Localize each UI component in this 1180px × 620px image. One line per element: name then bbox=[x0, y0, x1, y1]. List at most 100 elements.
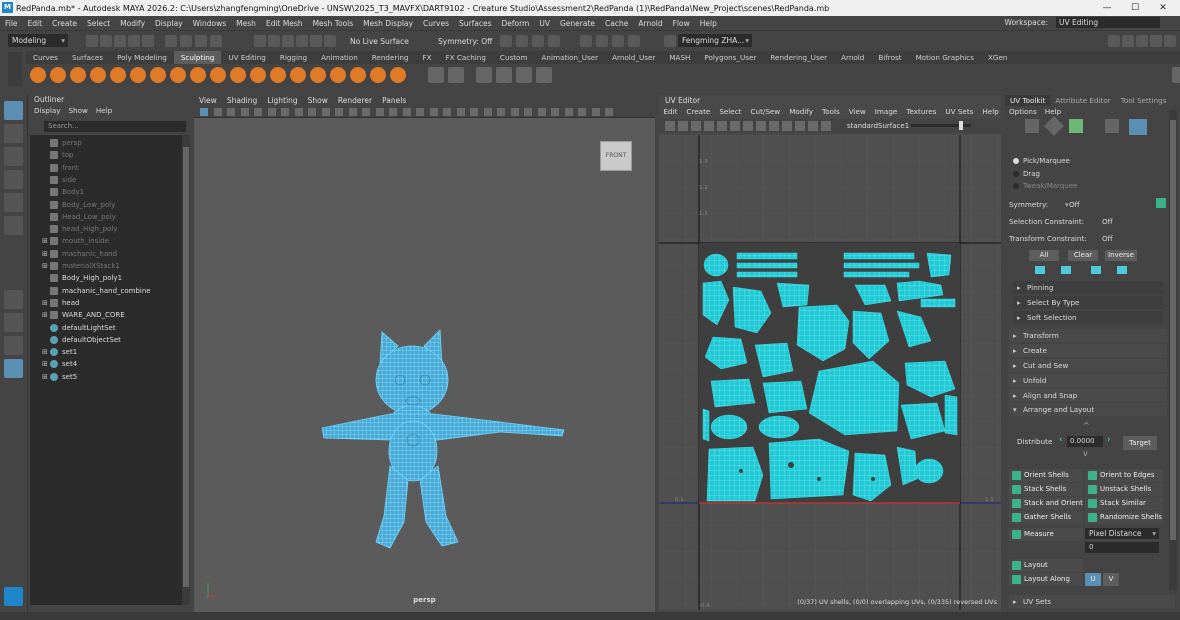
shelf-tab-arnold-user[interactable]: Arnold_User bbox=[605, 51, 662, 64]
grid-display-icon[interactable] bbox=[769, 121, 779, 131]
safe-title-icon[interactable] bbox=[362, 108, 370, 116]
radio-tweak-marquee[interactable]: Tweak/Marquee bbox=[1013, 182, 1077, 190]
menu-create[interactable]: Create bbox=[47, 19, 82, 28]
uv-menu-modify[interactable]: Modify bbox=[785, 106, 818, 117]
shelf-tab-arnold[interactable]: Arnold bbox=[834, 51, 871, 64]
shelf-tab-xgen[interactable]: XGen bbox=[981, 51, 1014, 64]
section-align-and-snap[interactable]: Align and Snap bbox=[1009, 389, 1167, 402]
shelf-tab-mash[interactable]: MASH bbox=[662, 51, 697, 64]
shelf-tab-motion-graphics[interactable]: Motion Graphics bbox=[909, 51, 981, 64]
live-surface-icon[interactable] bbox=[324, 35, 336, 47]
toolkit-menu-help[interactable]: Help bbox=[1045, 107, 1061, 116]
smear-brush-icon[interactable] bbox=[310, 67, 326, 83]
section-cut-and-sew[interactable]: Cut and Sew bbox=[1009, 359, 1167, 372]
radio-pick-marquee[interactable]: Pick/Marquee bbox=[1013, 157, 1070, 165]
menu-edit-mesh[interactable]: Edit Mesh bbox=[261, 19, 308, 28]
layout-button[interactable]: Layout bbox=[1009, 559, 1083, 572]
select-tool-icon[interactable] bbox=[4, 101, 23, 120]
distribute-down-icon[interactable]: v bbox=[1083, 449, 1088, 458]
multisample-aa-icon[interactable] bbox=[497, 108, 505, 116]
blend-shape-icon[interactable] bbox=[496, 67, 512, 83]
safe-action-icon[interactable] bbox=[348, 108, 357, 116]
outliner-item[interactable]: ⊞ materialXStack1 bbox=[42, 260, 120, 272]
grab-brush-icon[interactable] bbox=[90, 67, 106, 83]
undo-icon[interactable] bbox=[128, 35, 140, 47]
wireframe-on-shaded-icon[interactable] bbox=[402, 108, 411, 116]
scrollbar-thumb[interactable] bbox=[183, 147, 189, 587]
2d-pan-zoom-icon[interactable] bbox=[254, 108, 262, 116]
section-pinning[interactable]: Pinning bbox=[1013, 281, 1163, 294]
attribute-editor-icon[interactable] bbox=[1150, 35, 1162, 47]
sculpt-brush-icon[interactable] bbox=[30, 67, 46, 83]
imprint-brush-icon[interactable] bbox=[210, 67, 226, 83]
spray-brush-icon[interactable] bbox=[170, 67, 186, 83]
shelf-tab-animation[interactable]: Animation bbox=[314, 51, 365, 64]
resolution-gate-icon[interactable] bbox=[308, 108, 316, 116]
menu-display[interactable]: Display bbox=[150, 19, 188, 28]
shelf-tab-rendering-user[interactable]: Rendering_User bbox=[763, 51, 834, 64]
select-shell-border-icon[interactable] bbox=[1035, 266, 1045, 274]
menu-mesh[interactable]: Mesh bbox=[231, 19, 261, 28]
shelf-menu-icon[interactable] bbox=[8, 52, 22, 86]
expand-icon[interactable]: ⊞ bbox=[42, 262, 50, 270]
open-scene-icon[interactable] bbox=[100, 35, 112, 47]
outliner-item[interactable]: ⊞ machanic_hand bbox=[42, 248, 117, 260]
snap-surface-icon[interactable] bbox=[310, 35, 322, 47]
mode-dropdown[interactable]: Modeling bbox=[8, 34, 68, 47]
live-surface-label[interactable]: No Live Surface bbox=[350, 37, 409, 46]
bulge-brush-icon[interactable] bbox=[330, 67, 346, 83]
uv-menu-create[interactable]: Create bbox=[682, 106, 715, 117]
viewport-menu-panels[interactable]: Panels bbox=[377, 95, 411, 106]
uv-menu-edit[interactable]: Edit bbox=[659, 106, 682, 117]
section-uv-sets[interactable]: UV Sets bbox=[1009, 595, 1175, 608]
viewport-menu-show[interactable]: Show bbox=[303, 95, 333, 106]
menu-uv[interactable]: UV bbox=[534, 19, 555, 28]
channel-box-icon[interactable] bbox=[1136, 35, 1148, 47]
select-by-hierarchy-icon[interactable] bbox=[165, 35, 177, 47]
outliner-scrollbar[interactable] bbox=[182, 135, 190, 605]
distribute-right-icon[interactable]: › bbox=[1107, 435, 1111, 445]
user-account-dropdown[interactable]: Fengming ZHA... bbox=[678, 34, 752, 47]
expand-icon[interactable]: ⊞ bbox=[42, 237, 50, 245]
menu-deform[interactable]: Deform bbox=[496, 19, 534, 28]
uv-menu-image[interactable]: Image bbox=[870, 106, 902, 117]
transfer-icon[interactable] bbox=[536, 67, 552, 83]
outliner-menu-show[interactable]: Show bbox=[69, 106, 88, 117]
bookmarks-icon[interactable] bbox=[227, 108, 235, 116]
shelf-tab-custom[interactable]: Custom bbox=[493, 51, 535, 64]
outliner-item[interactable]: ⊞ head bbox=[42, 297, 79, 309]
redo-icon[interactable] bbox=[142, 35, 154, 47]
lasso-tool-icon[interactable] bbox=[4, 124, 23, 143]
image-display-icon[interactable] bbox=[756, 121, 766, 131]
shelf-tab-surfaces[interactable]: Surfaces bbox=[65, 51, 110, 64]
wireframe-icon[interactable] bbox=[375, 108, 384, 116]
camera-attributes-icon[interactable] bbox=[213, 108, 222, 116]
expand-icon[interactable]: ⊞ bbox=[42, 311, 50, 319]
render-icon[interactable] bbox=[516, 35, 528, 47]
edge-mode-icon[interactable] bbox=[1044, 116, 1064, 136]
gamma-icon[interactable] bbox=[591, 108, 600, 116]
stack-shells-button[interactable]: Stack Shells bbox=[1009, 483, 1083, 496]
section-create[interactable]: Create bbox=[1009, 344, 1167, 357]
textured-icon[interactable] bbox=[429, 108, 438, 116]
amplify-brush-icon[interactable] bbox=[350, 67, 366, 83]
shadows-icon[interactable] bbox=[456, 108, 465, 116]
arnold-settings-icon[interactable] bbox=[612, 35, 624, 47]
pose-space-icon[interactable] bbox=[516, 67, 532, 83]
single-view-icon[interactable] bbox=[4, 290, 23, 309]
measure-button[interactable]: Measure bbox=[1009, 528, 1083, 541]
uv-menu-tools[interactable]: Tools bbox=[818, 106, 845, 117]
paint-select-tool-icon[interactable] bbox=[4, 147, 23, 166]
section-arrange-and-layout[interactable]: Arrange and Layout bbox=[1009, 403, 1167, 416]
outliner-layout-icon[interactable] bbox=[4, 359, 23, 378]
section-transform[interactable]: Transform bbox=[1009, 329, 1167, 342]
snap-view-icon[interactable] bbox=[296, 35, 308, 47]
menu-windows[interactable]: Windows bbox=[188, 19, 231, 28]
menu-modify[interactable]: Modify bbox=[115, 19, 150, 28]
uv-menu-select[interactable]: Select bbox=[715, 106, 746, 117]
mask-icon[interactable] bbox=[428, 67, 444, 83]
color-management-icon[interactable] bbox=[605, 108, 613, 116]
smooth-brush-icon[interactable] bbox=[50, 67, 66, 83]
shelf-tab-polygons-user[interactable]: Polygons_User bbox=[697, 51, 763, 64]
close-button[interactable]: ✕ bbox=[1146, 0, 1180, 16]
